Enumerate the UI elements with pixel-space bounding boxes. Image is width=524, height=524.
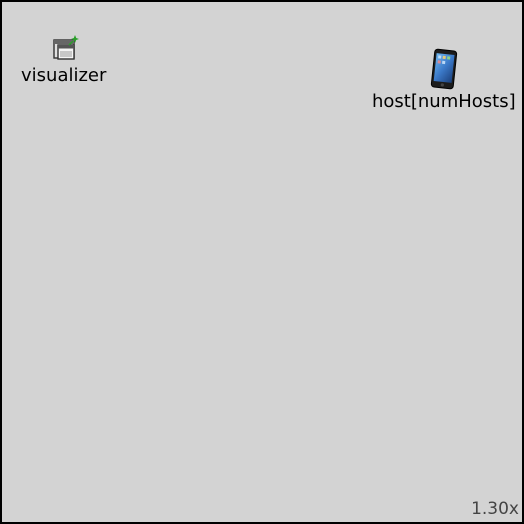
- network-canvas[interactable]: visualizer host[numHosts] 1.30x: [0, 0, 524, 524]
- visualizer-module[interactable]: visualizer: [21, 35, 106, 86]
- host-module[interactable]: host[numHosts]: [372, 48, 516, 112]
- visualizer-window-icon: [53, 35, 79, 60]
- zoom-level-indicator: 1.30x: [471, 499, 519, 519]
- smartphone-icon: [430, 48, 457, 90]
- visualizer-label: visualizer: [21, 65, 107, 86]
- host-label: host[numHosts]: [372, 91, 516, 112]
